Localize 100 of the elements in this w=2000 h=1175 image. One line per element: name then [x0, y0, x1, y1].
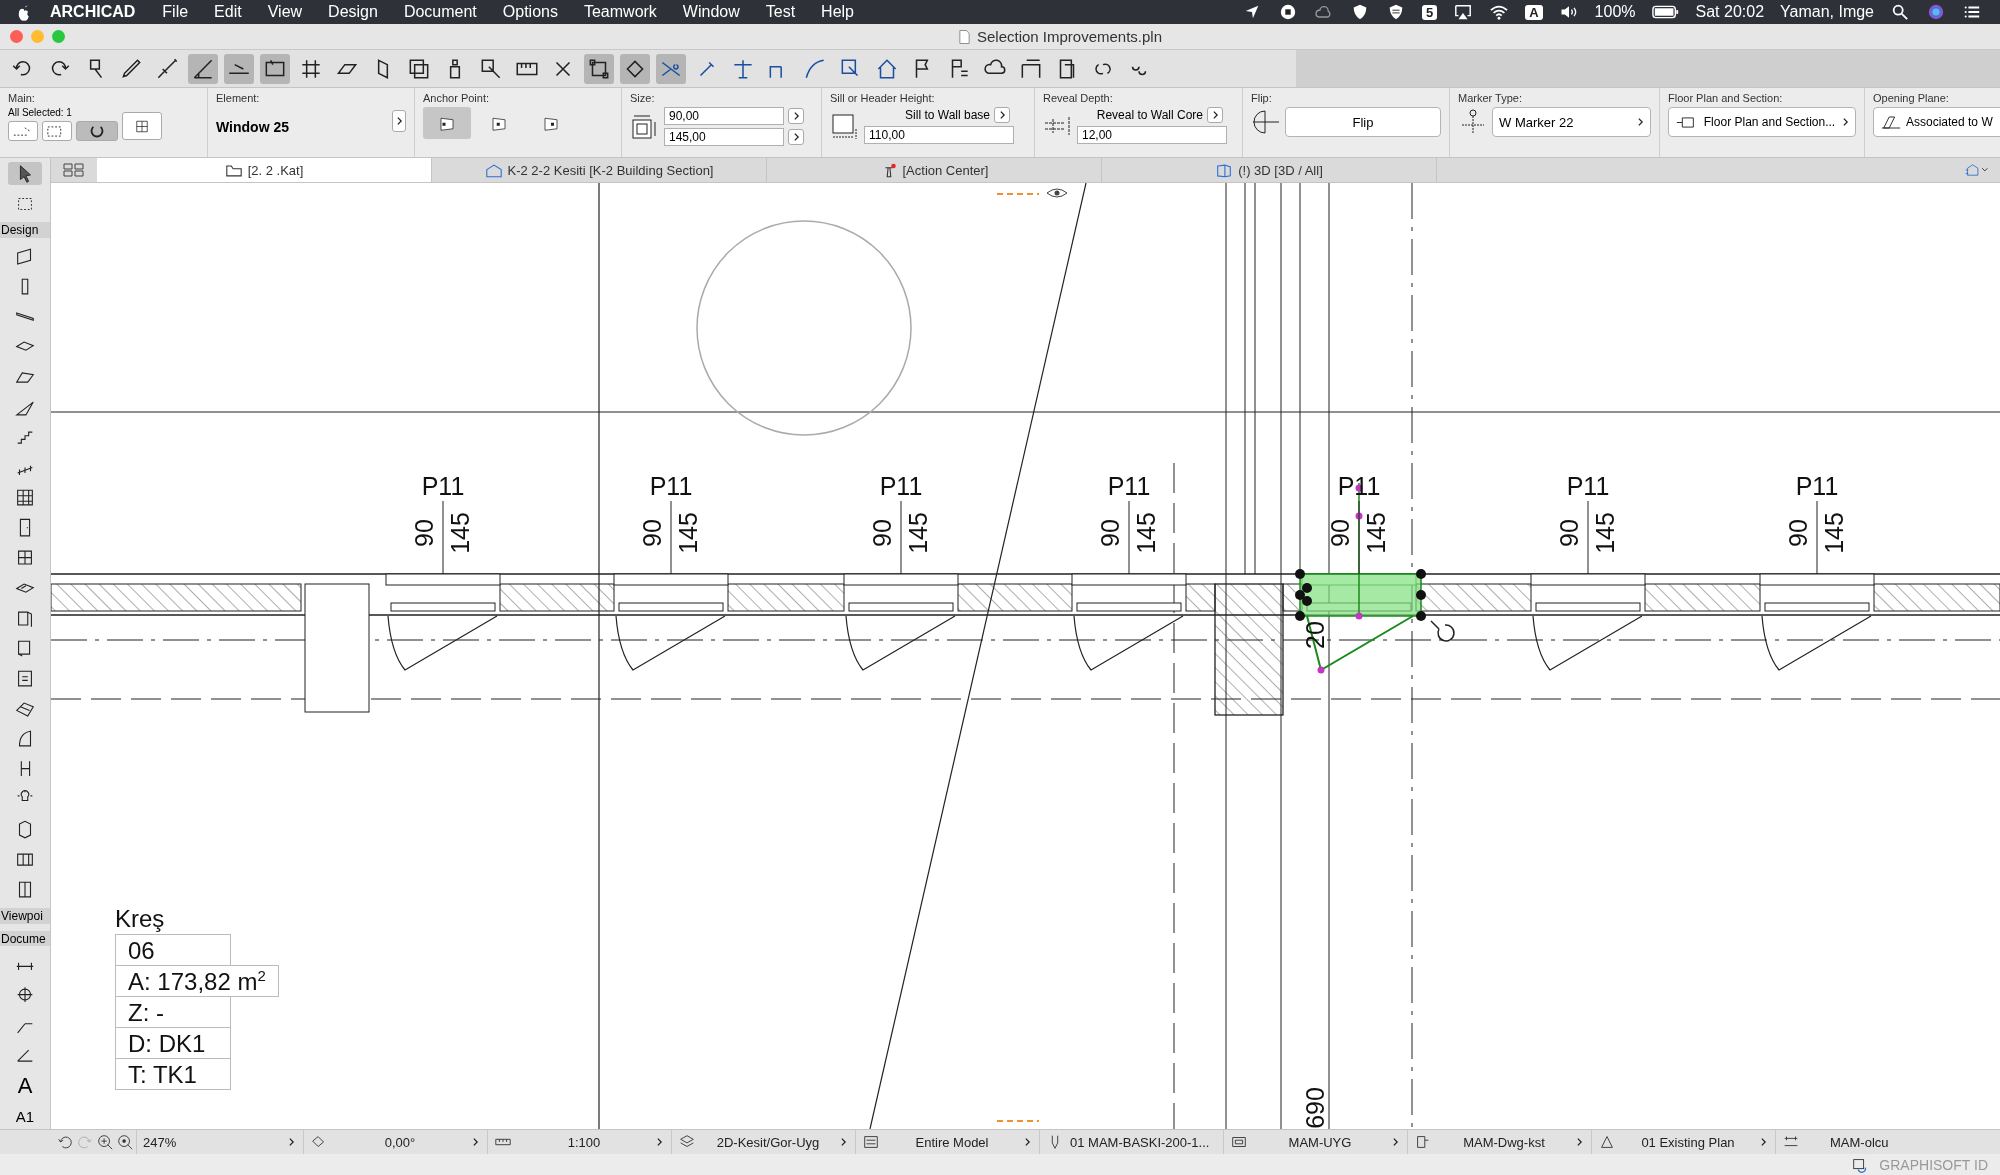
marquee-button[interactable]: [42, 121, 72, 141]
menu-item[interactable]: Design: [317, 3, 389, 21]
dashed-marker: [996, 1120, 1040, 1122]
input-source[interactable]: A: [1525, 4, 1543, 20]
zone-stamp-row: 06: [115, 934, 231, 966]
menu-item[interactable]: Options: [491, 3, 569, 21]
menu-item[interactable]: Window: [671, 3, 751, 21]
reveal-mode: Reveal to Wall Core: [1095, 108, 1203, 122]
view-tab[interactable]: (!) 3D [3D / All]: [1102, 158, 1437, 182]
menu-item[interactable]: View: [256, 3, 314, 21]
expand-button[interactable]: [994, 107, 1010, 123]
wifi-icon[interactable]: [1489, 3, 1510, 21]
window-frame[interactable]: [613, 573, 729, 612]
siri-icon[interactable]: [1926, 3, 1946, 21]
menu-item[interactable]: Edit: [203, 3, 253, 21]
window-frame[interactable]: [385, 573, 501, 612]
label-tool[interactable]: A1: [15, 1104, 35, 1129]
height-field[interactable]: 145,00: [664, 128, 784, 146]
section-header[interactable]: Viewpoi: [0, 908, 50, 924]
section-icon: [484, 162, 503, 178]
bounding-box-icon[interactable]: [584, 53, 614, 84]
airplay-icon[interactable]: [1453, 3, 1474, 21]
window-marker-id: P11: [1795, 472, 1839, 500]
section-label: Sill or Header Height:: [830, 92, 936, 104]
user-name[interactable]: Yaman, Imge: [1780, 3, 1874, 21]
flip-button[interactable]: Flip: [1285, 107, 1441, 137]
window-frame[interactable]: [1759, 573, 1875, 612]
dimension-label: 20: [1301, 621, 1329, 649]
window-frame[interactable]: [1530, 573, 1646, 612]
selection-icon[interactable]: [620, 53, 650, 84]
stop-icon[interactable]: [1278, 3, 1298, 21]
expand-button[interactable]: [788, 129, 804, 145]
floor-plan-icon: [224, 162, 243, 178]
chevron-icon: [792, 132, 800, 142]
zone-stamp-row: D: DK1: [115, 1027, 231, 1059]
window-frame[interactable]: [843, 573, 959, 612]
view-tab[interactable]: [Action Center]: [767, 158, 1102, 182]
tab-overview-icon[interactable]: [61, 162, 87, 178]
window-frame[interactable]: [1071, 573, 1187, 612]
split-icon[interactable]: [656, 53, 686, 84]
sill-field[interactable]: 110,00: [864, 126, 1014, 144]
battery-icon[interactable]: [1651, 3, 1680, 21]
window-marker-id: P11: [1566, 472, 1610, 500]
window-marker-id: P11: [879, 472, 923, 500]
width-field[interactable]: 90,00: [664, 107, 784, 125]
plane-icon: [1880, 114, 1902, 130]
window-height-label: 145: [446, 512, 474, 554]
section-label: Floor Plan and Section:: [1668, 92, 1784, 104]
arrow-tool[interactable]: [8, 162, 42, 186]
battery-percent: 100%: [1594, 3, 1636, 21]
menu-item[interactable]: File: [151, 3, 200, 21]
menu-item[interactable]: Teamwork: [572, 3, 668, 21]
fit-in-window-icon[interactable]: [116, 1133, 134, 1151]
zone-name: Kreş: [115, 905, 166, 933]
text-tool[interactable]: A: [17, 1073, 33, 1098]
search-icon[interactable]: [1890, 3, 1910, 21]
dimension-label: 690: [1301, 1087, 1329, 1129]
app-menu[interactable]: ARCHICAD: [50, 3, 136, 21]
view-tab[interactable]: K-2 2-2 Kesiti [K-2 Building Section]: [432, 158, 767, 182]
menu-item[interactable]: Test: [754, 3, 807, 21]
wall-hatch: [1185, 583, 1216, 612]
window-width-label: 90: [638, 519, 666, 547]
reveal-field[interactable]: 12,00: [1077, 126, 1227, 144]
magnet-button[interactable]: [76, 121, 118, 141]
marker-dropdown[interactable]: W Marker 22: [1492, 107, 1651, 137]
section-label: Size:: [630, 92, 656, 104]
window-marker-id: P11: [1107, 472, 1151, 500]
section-label: Flip:: [1251, 92, 1273, 104]
section-header[interactable]: Docume: [0, 930, 50, 947]
expand-button[interactable]: [788, 108, 804, 124]
view-tab[interactable]: [2. 2 .Kat]: [97, 158, 432, 182]
chevron-icon: [1211, 110, 1219, 120]
menu-item[interactable]: Document: [392, 3, 488, 21]
window-width-label: 90: [410, 519, 438, 547]
dashed-marker: [996, 193, 1040, 195]
window-width-label: 90: [1096, 519, 1124, 547]
zoom-in-icon[interactable]: [96, 1133, 114, 1151]
hatch-icon: [862, 1133, 880, 1151]
document-icon: [957, 28, 971, 45]
undo-zoom-icon[interactable]: [56, 1133, 74, 1151]
window-height-label: 145: [1820, 512, 1848, 554]
window-title: Selection Improvements.pln: [976, 28, 1163, 45]
menu-item[interactable]: Help: [810, 3, 865, 21]
eye-icon[interactable]: [1046, 188, 1068, 198]
anchor-option[interactable]: [423, 107, 471, 139]
opening-plane-button[interactable]: Associated to W: [1873, 107, 2000, 137]
coordinates-icon[interactable]: [260, 53, 290, 84]
floor-plan-button[interactable]: Floor Plan and Section...: [1668, 107, 1856, 137]
window-settings-button[interactable]: [122, 112, 162, 140]
list-icon[interactable]: [1962, 3, 1982, 21]
expand-button[interactable]: [1207, 107, 1223, 123]
snap-guide-icon[interactable]: [224, 53, 254, 84]
navigator-icon[interactable]: [1964, 162, 1990, 178]
section-header[interactable]: Design: [0, 222, 50, 238]
3d-view-icon: [1215, 162, 1234, 178]
status-badge[interactable]: 5: [1422, 4, 1438, 20]
clock[interactable]: Sat 20:02: [1695, 3, 1765, 21]
flip-icon: [1251, 107, 1281, 137]
section-label: Main:: [8, 92, 36, 104]
section-label: Element:: [216, 92, 261, 104]
